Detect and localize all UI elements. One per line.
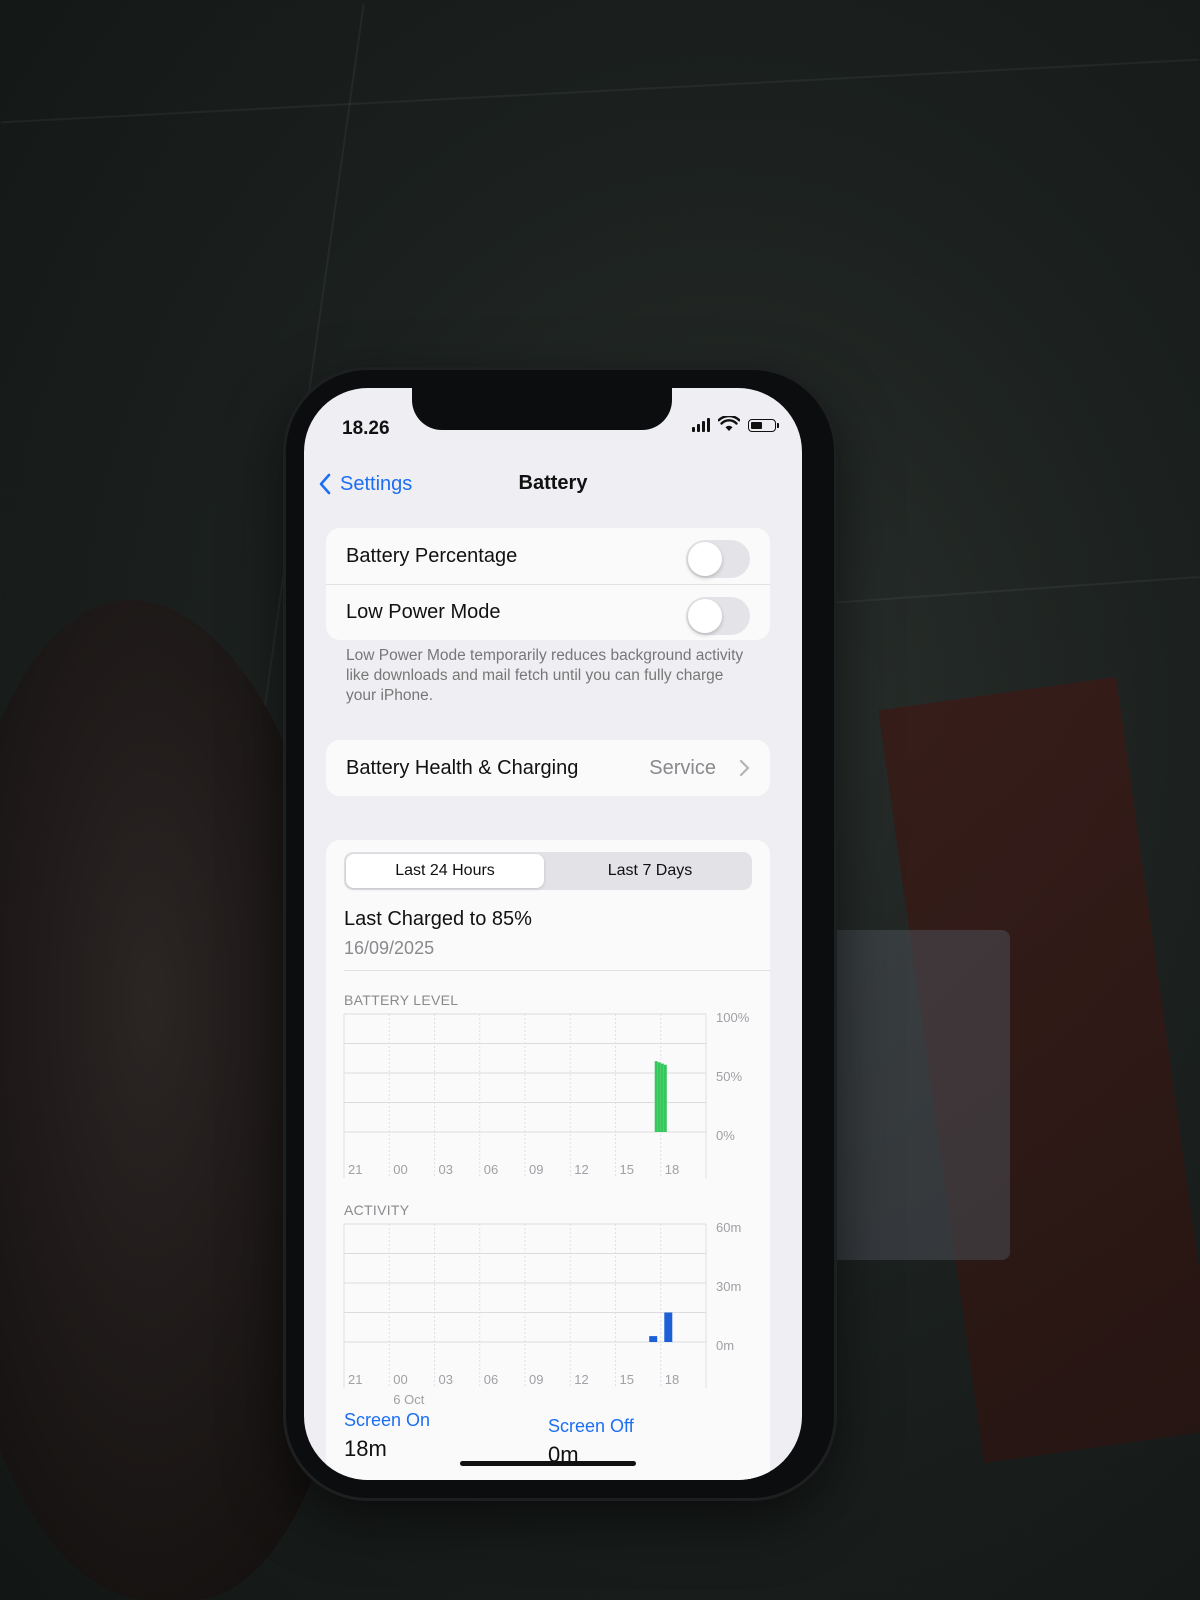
activity-chart-title: ACTIVITY <box>344 1202 410 1218</box>
y-tick-label: 60m <box>716 1220 741 1235</box>
x-tick-label: 21 <box>348 1372 362 1387</box>
wifi-icon <box>718 416 740 431</box>
x-tick-label: 21 <box>348 1162 362 1177</box>
floor-tile-line <box>0 58 1200 124</box>
x-tick-label: 00 <box>393 1162 407 1177</box>
y-tick-label: 0% <box>716 1128 735 1143</box>
y-tick-label: 50% <box>716 1069 742 1084</box>
data-bar <box>664 1312 673 1342</box>
x-tick-label: 00 <box>393 1372 407 1387</box>
battery-icon <box>748 419 779 432</box>
y-tick-label: 30m <box>716 1279 741 1294</box>
low-power-footnote: Low Power Mode temporarily reduces backg… <box>346 647 744 704</box>
phone: 18.26 Settings Battery Battery Percentag… <box>286 370 834 1498</box>
battery-percentage-label: Battery Percentage <box>346 544 518 567</box>
x-tick-label: 18 <box>665 1162 679 1177</box>
toggles-group: Battery Percentage Low Power Mode <box>326 528 770 640</box>
data-bar <box>663 1064 667 1132</box>
data-bar <box>649 1336 658 1342</box>
x-tick-label: 06 <box>484 1162 498 1177</box>
page-title: Battery <box>518 472 588 494</box>
screen-on-label: Screen On <box>344 1410 431 1430</box>
battery-health-group: Battery Health & Charging Service <box>326 740 770 796</box>
tab-last-7-days[interactable]: Last 7 Days <box>550 854 750 888</box>
cellular-signal-icon <box>692 418 710 432</box>
last-charged-date: 16/09/2025 <box>344 938 435 958</box>
x-tick-label: 06 <box>484 1372 498 1387</box>
data-bar <box>654 1061 658 1132</box>
status-time: 18.26 <box>342 418 390 439</box>
screen-off-label: Screen Off <box>548 1416 634 1436</box>
battery-health-value: Service <box>649 756 716 779</box>
data-bar <box>657 1062 661 1132</box>
x-tick-label: 12 <box>574 1162 588 1177</box>
data-bar <box>660 1063 664 1132</box>
activity-chart-svg: 21 00 03 06 09 12 15 18 6 Oct 60m 30m 0m <box>343 1220 741 1407</box>
home-indicator <box>460 1461 636 1466</box>
tab-last-24-hours[interactable]: Last 24 Hours <box>346 854 544 888</box>
x-tick-label: 09 <box>529 1372 543 1387</box>
navigation-bar: Settings Battery <box>304 472 802 512</box>
x-tick-label: 12 <box>574 1372 588 1387</box>
notch <box>412 388 672 430</box>
battery-health-row[interactable]: Battery Health & Charging Service <box>326 740 770 796</box>
phone-screen: 18.26 Settings Battery Battery Percentag… <box>304 388 802 1480</box>
low-power-mode-label: Low Power Mode <box>346 601 501 623</box>
low-power-mode-toggle[interactable] <box>686 597 750 635</box>
toggle-knob <box>688 542 722 576</box>
y-tick-label: 0m <box>716 1338 734 1353</box>
battery-percentage-row: Battery Percentage <box>326 528 770 584</box>
battery-health-label: Battery Health & Charging <box>346 756 579 779</box>
divider <box>344 970 770 971</box>
y-tick-label: 100% <box>716 1010 750 1025</box>
x-tick-label: 03 <box>439 1162 453 1177</box>
x-tick-sublabel: 6 Oct <box>393 1392 424 1407</box>
x-tick-label: 09 <box>529 1162 543 1177</box>
time-range-segmented-control: Last 24 Hours Last 7 Days <box>344 852 752 890</box>
x-tick-label: 15 <box>620 1372 634 1387</box>
floor-tile-line <box>800 576 1200 606</box>
status-icons <box>692 416 779 432</box>
battery-percentage-toggle[interactable] <box>686 540 750 578</box>
toggle-knob <box>688 599 722 633</box>
low-power-mode-row: Low Power Mode <box>326 584 770 640</box>
screen-on-value: 18m <box>344 1436 387 1461</box>
chevron-right-icon <box>739 759 750 777</box>
background-box <box>830 930 1010 1260</box>
battery-level-chart-svg: 21 00 03 06 09 12 15 18 100% 50% 0% <box>343 1010 750 1178</box>
last-charged-text: Last Charged to 85% <box>344 908 532 930</box>
battery-level-chart-title: BATTERY LEVEL <box>344 992 459 1008</box>
x-tick-label: 18 <box>665 1372 679 1387</box>
usage-card: Last 24 Hours Last 7 Days Last Charged t… <box>326 840 770 1480</box>
x-tick-label: 15 <box>620 1162 634 1177</box>
x-tick-label: 03 <box>439 1372 453 1387</box>
battery-icon-fill <box>751 422 762 429</box>
